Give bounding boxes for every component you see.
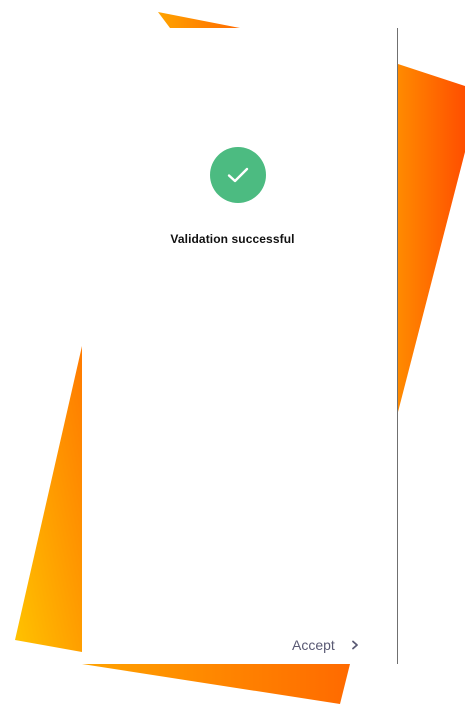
- decorative-shape-left: [15, 346, 82, 652]
- card-divider: [397, 28, 398, 664]
- success-check-icon: [210, 147, 266, 203]
- accept-label: Accept: [292, 637, 335, 653]
- validation-card: [82, 28, 398, 664]
- accept-button[interactable]: Accept: [292, 634, 366, 656]
- chevron-right-icon: [349, 639, 361, 651]
- decorative-shape-top: [158, 12, 240, 28]
- validation-title: Validation successful: [170, 232, 295, 246]
